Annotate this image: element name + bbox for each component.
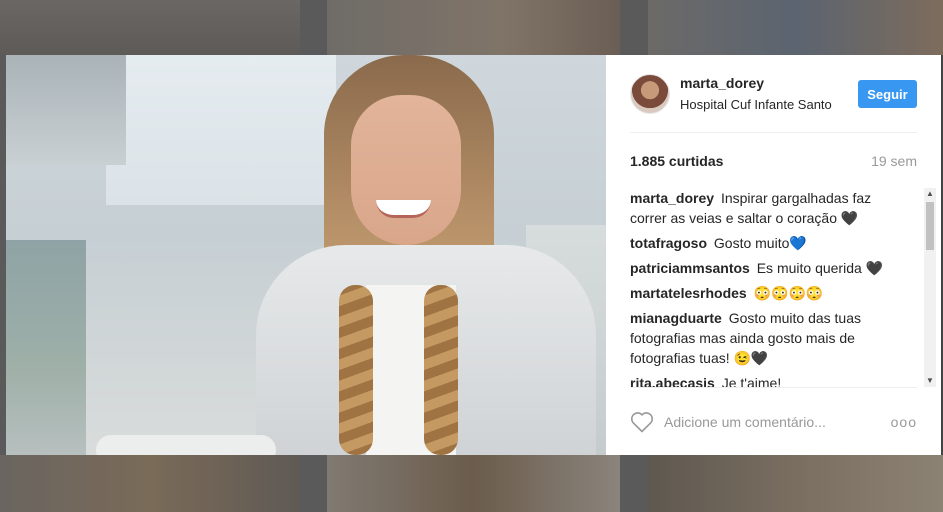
add-comment-input[interactable]: Adicione um comentário... [664,414,891,430]
comment-item: mianagduarte Gosto muito das tuas fotogr… [630,308,910,368]
comment-item: patriciammsantos Es muito querida 🖤 [630,258,910,278]
comment-item: rita.abecasis Je t'aime! [630,373,910,387]
photo-braid [424,285,458,455]
photo-braid [339,285,373,455]
post-time[interactable]: 19 sem [871,153,917,169]
comment-username[interactable]: patriciammsantos [630,260,750,276]
location-link[interactable]: Hospital Cuf Infante Santo [680,96,850,114]
scrollbar-thumb[interactable] [926,202,934,250]
likes-row: 1.885 curtidas 19 sem [630,153,917,169]
header-text: marta_dorey Hospital Cuf Infante Santo [680,74,850,114]
avatar[interactable] [630,74,670,114]
grid-thumbnail[interactable] [0,0,300,55]
post-side-panel: marta_dorey Hospital Cuf Infante Santo S… [606,55,941,455]
post-photo[interactable] [6,55,606,455]
scroll-up-arrow-icon[interactable]: ▲ [924,188,936,200]
comment-username[interactable]: mianagduarte [630,310,722,326]
comment-text: Gosto muito💙 [713,235,807,251]
follow-button[interactable]: Seguir [858,80,917,108]
scroll-down-arrow-icon[interactable]: ▼ [924,375,936,387]
more-options-icon[interactable]: ooo [891,414,917,430]
photo-arm [96,435,276,455]
grid-thumbnail[interactable] [0,455,300,512]
comments-scrollbar[interactable]: ▲ ▼ [924,188,936,387]
photo-medical-equipment [6,240,86,455]
grid-thumbnail[interactable] [327,0,620,55]
post-header: marta_dorey Hospital Cuf Infante Santo S… [606,55,941,133]
grid-thumbnail[interactable] [648,0,943,55]
comment-item: marta_dorey Inspirar gargalhadas faz cor… [630,188,910,228]
comments-list: marta_dorey Inspirar gargalhadas faz cor… [630,188,917,387]
comment-username[interactable]: marta_dorey [630,190,714,206]
heart-outline-icon[interactable] [630,411,654,433]
comment-username[interactable]: martatelesrhodes [630,285,747,301]
divider [630,132,917,133]
comment-bar: Adicione um comentário... ooo [630,410,917,434]
comment-item: totafragoso Gosto muito💙 [630,233,910,253]
photo-window [106,55,336,205]
comment-text: Es muito querida 🖤 [756,260,884,276]
comment-username[interactable]: totafragoso [630,235,707,251]
photo-medical-equipment [6,55,126,165]
likes-count[interactable]: 1.885 curtidas [630,153,723,169]
comment-text: Je t'aime! [721,375,782,387]
username-link[interactable]: marta_dorey [680,74,850,92]
comment-username[interactable]: rita.abecasis [630,375,715,387]
comment-text: 😳😳😳😳 [753,285,824,301]
divider [630,387,917,388]
comment-item: martatelesrhodes 😳😳😳😳 [630,283,910,303]
grid-thumbnail[interactable] [648,455,943,512]
photo-face [351,95,461,245]
grid-thumbnail[interactable] [327,455,620,512]
post-modal: marta_dorey Hospital Cuf Infante Santo S… [6,55,941,455]
